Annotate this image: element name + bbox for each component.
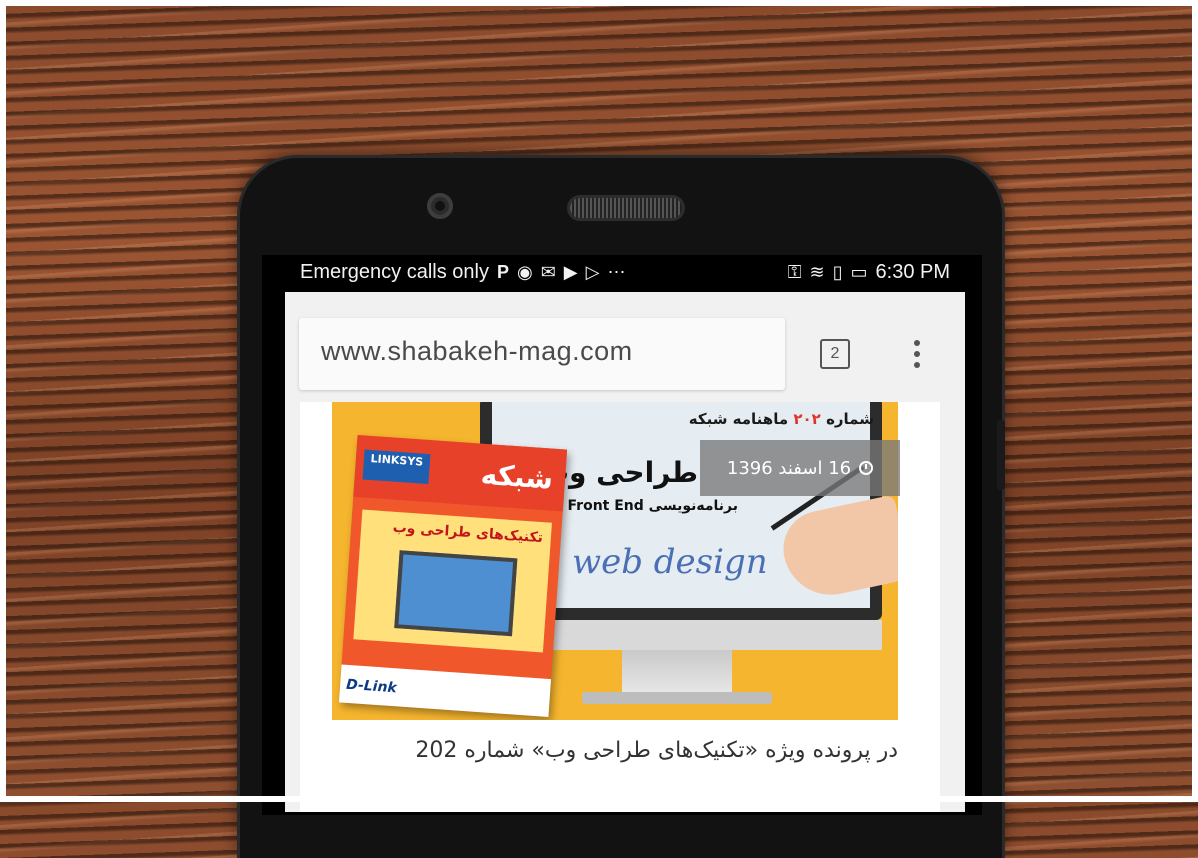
url-bar[interactable]: www.shabakeh-mag.com [299,318,785,390]
status-bar-left: Emergency calls only P ◉ ✉ ▶ ▷ ⋯ [300,260,625,284]
carrier-text: Emergency calls only [300,260,489,283]
battery-icon: ▭ [850,262,868,282]
clock-time: 6:30 PM [875,260,950,283]
hero-script-text: web design [572,542,768,582]
magazine-footer: D-Link [338,664,552,717]
tab-switcher-button[interactable]: 2 [820,339,850,369]
monitor-stand [622,650,732,698]
status-bar: Emergency calls only P ◉ ✉ ▶ ▷ ⋯ ⚿ ≋ ▯ ▭… [300,258,950,288]
magazine-brand: LINKSYS [362,449,431,485]
magazine-cover: LINKSYS شبکه تکنیک‌های طراحی وب D-Link [338,435,568,717]
issue-suffix: ماهنامه شبکه [688,410,789,428]
overflow-menu-icon[interactable] [911,340,923,374]
issue-number: ۲۰۲ [793,410,821,428]
clock-icon [859,461,874,475]
hero-subline: برنامه‌نویسی Front End [567,498,739,514]
play-store-icon: ▶ [563,262,578,282]
magazine-feature-title: تکنیک‌های طراحی وب [392,519,544,547]
key-icon: ⚿ [787,262,802,282]
article-caption[interactable]: در پرونده ویژه «تکنیک‌های طراحی وب» شمار… [415,738,898,763]
magazine-sponsor: D-Link [345,676,398,697]
pinterest-icon: P [496,262,509,282]
magazine-feature-box: تکنیک‌های طراحی وب [353,509,552,653]
monitor-base [582,692,772,704]
wifi-icon: ≋ [809,262,825,282]
issue-prefix: شماره [826,410,874,428]
mail-icon: ✉ [540,262,556,282]
earpiece-speaker [570,198,682,218]
play-icon: ▷ [585,262,600,282]
issue-line: شماره ۲۰۲ ماهنامه شبکه [689,410,874,428]
date-text: 16 اسفند 1396 [726,457,852,479]
url-text[interactable]: www.shabakeh-mag.com [321,336,633,367]
front-camera [427,193,453,219]
magazine-screen-art [394,550,518,637]
magazine-title: شبکه [479,457,555,496]
phone-side-button [997,420,1005,490]
status-bar-right: ⚿ ≋ ▯ ▭ 6:30 PM [788,260,950,284]
date-badge: 16 اسفند 1396 [700,440,900,496]
more-icon: ⋯ [607,262,626,282]
sim-icon: ▯ [832,262,843,282]
telegram-icon: ◉ [516,262,533,282]
